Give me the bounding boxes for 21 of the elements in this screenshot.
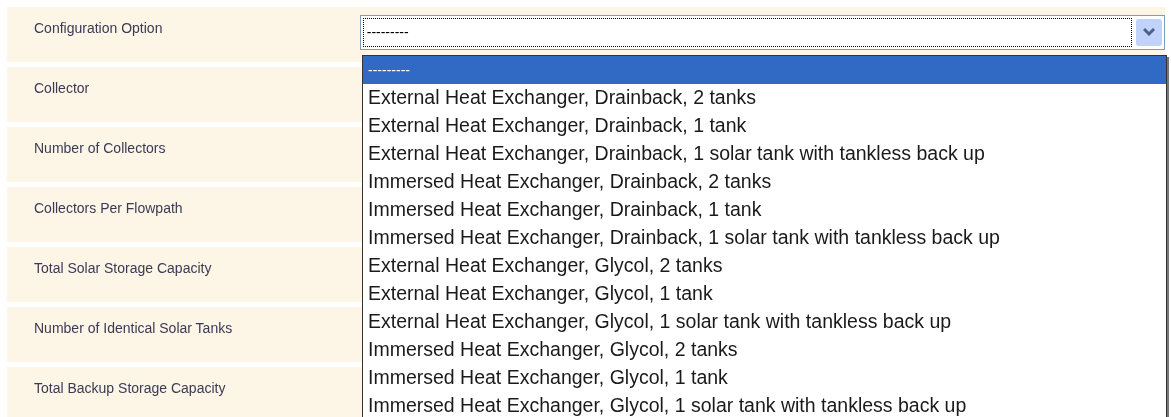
field-label: Number of Identical Solar Tanks: [34, 319, 234, 338]
field-label: Total Solar Storage Capacity: [34, 259, 213, 278]
dropdown-option[interactable]: Immersed Heat Exchanger, Glycol, 1 solar tank with tankless back up: [363, 392, 1166, 417]
dropdown-option[interactable]: External Heat Exchanger, Glycol, 2 tanks: [363, 252, 1166, 280]
field-label: Collector: [34, 79, 91, 98]
dropdown-option[interactable]: External Heat Exchanger, Glycol, 1 solar tank with tankless back up: [363, 308, 1166, 336]
dropdown-option[interactable]: External Heat Exchanger, Glycol, 1 tank: [363, 280, 1166, 308]
dropdown-option[interactable]: External Heat Exchanger, Drainback, 1 solar tank with tankless back up: [363, 140, 1166, 168]
dropdown-option[interactable]: External Heat Exchanger, Drainback, 1 tank: [363, 112, 1166, 140]
dropdown-option[interactable]: ---------: [363, 56, 1166, 84]
dropdown-option[interactable]: External Heat Exchanger, Drainback, 2 tanks: [363, 84, 1166, 112]
field-label: Total Backup Storage Capacity: [34, 379, 227, 398]
field-label: Number of Collectors: [34, 139, 167, 158]
field-label: Configuration Option: [34, 19, 164, 38]
configuration-select[interactable]: ---------: [359, 15, 1165, 50]
dropdown-option[interactable]: Immersed Heat Exchanger, Drainback, 1 solar tank with tankless back up: [363, 224, 1166, 252]
field-label: Collectors Per Flowpath: [34, 199, 184, 218]
dropdown-option[interactable]: Immersed Heat Exchanger, Glycol, 2 tanks: [363, 336, 1166, 364]
dropdown-option[interactable]: Immersed Heat Exchanger, Drainback, 2 tanks: [363, 168, 1166, 196]
dropdown-option[interactable]: Immersed Heat Exchanger, Glycol, 1 tank: [363, 364, 1166, 392]
dropdown-option[interactable]: Immersed Heat Exchanger, Drainback, 1 tank: [363, 196, 1166, 224]
